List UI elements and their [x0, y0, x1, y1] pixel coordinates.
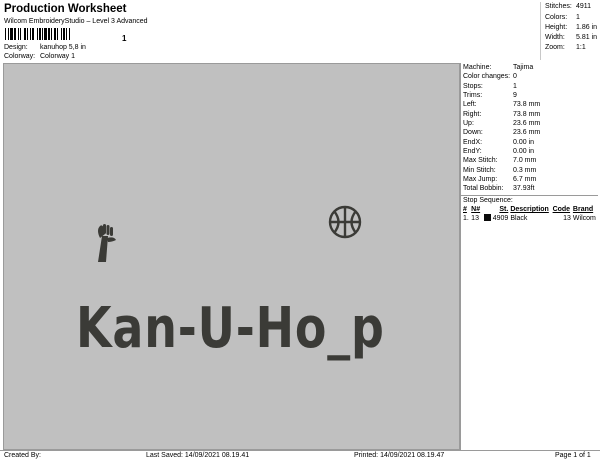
- col-stitches: St.: [499, 206, 509, 213]
- colorway-value: Colorway 1: [40, 53, 76, 60]
- stat-zoom: Zoom: 1:1: [545, 44, 586, 51]
- design-preview: Kan-U-Ho_p: [3, 63, 460, 450]
- stat-width: Width: 5.81 in: [545, 34, 598, 41]
- stat-colors: Colors: 1: [545, 14, 580, 21]
- footer-created-by: Created By:: [4, 452, 41, 459]
- info-right: Right: 73.8 mm: [463, 110, 541, 118]
- info-machine: Machine: Tajima: [463, 64, 534, 71]
- design-stats: Stitches: 4911 Colors: 1 Height: 1.86 in Wi…: [540, 2, 599, 60]
- info-down: Down: 23.6 mm: [463, 129, 541, 136]
- col-num: #: [463, 206, 467, 213]
- row-num: 1.: [463, 214, 469, 222]
- footer-divider: [0, 450, 600, 451]
- stat-height: Height: 1.86 in: [545, 24, 598, 31]
- info-min-stitch: Min Stitch: 0.3 mm: [463, 166, 537, 174]
- worksheet-title: Production Worksheet: [4, 3, 127, 15]
- row-brand: Wilcom: [572, 214, 596, 222]
- footer-printed: Printed: 14/09/2021 08.19.47: [354, 452, 445, 459]
- info-trims: Trims: 9: [463, 92, 517, 99]
- stop-sequence-title: Stop Sequence:: [463, 197, 513, 204]
- info-stops: Stops: 1: [463, 82, 517, 90]
- design-label: Design:: [4, 44, 28, 51]
- colorway-row: Colorway: Colorway 1: [4, 53, 75, 60]
- footer-page: Page 1 of 1: [555, 452, 591, 459]
- row-needle: 13: [471, 214, 479, 222]
- info-left: Left: 73.8 mm: [463, 101, 541, 108]
- info-max-stitch: Max Stitch: 7.0 mm: [463, 157, 537, 164]
- footer-last-saved: Last Saved: 14/09/2021 08.19.41: [146, 452, 250, 459]
- row-code: 13: [563, 214, 571, 222]
- col-description: Description: [510, 206, 549, 213]
- info-color-changes: Color changes: 0: [463, 73, 517, 80]
- design-value: kanuhop 5,8 in: [40, 44, 86, 51]
- info-endx: EndX: 0.00 in: [463, 138, 535, 146]
- basketball-icon: [328, 205, 362, 239]
- stop-sequence-table: # N# St. Description Code Brand 1. 13 49…: [462, 206, 598, 223]
- software-subtitle: Wilcom EmbroideryStudio – Level 3 Advanc…: [4, 18, 148, 25]
- section-divider: [461, 195, 598, 196]
- table-row: 1. 13 4909 Black 13 Wilcom: [462, 213, 598, 223]
- stat-stitches: Stitches: 4911: [545, 3, 592, 10]
- info-max-jump: Max Jump: 6.7 mm: [463, 176, 537, 183]
- color-swatch: [483, 214, 491, 221]
- col-needle: N#: [471, 206, 481, 213]
- col-brand: Brand: [572, 206, 594, 213]
- row-description: Black: [510, 214, 528, 222]
- colorway-label: Colorway:: [4, 53, 36, 60]
- machine-info-panel: Machine: Tajima Color changes: 0 Stops: 1 T…: [460, 63, 598, 450]
- barcode-digit: 1: [122, 34, 127, 43]
- info-endy: EndY: 0.00 in: [463, 148, 535, 155]
- barcode: [5, 28, 70, 40]
- col-code: Code: [552, 206, 571, 213]
- stop-table-header: # N# St. Description Code Brand: [462, 206, 598, 213]
- embroidery-text: Kan-U-Ho_p: [76, 296, 385, 361]
- row-stitches: 4909: [482, 213, 510, 223]
- design-name-row: Design: kanuhop 5,8 in: [4, 44, 86, 51]
- info-up: Up: 23.6 mm: [463, 120, 541, 127]
- info-total-bobbin: Total Bobbin: 37.93ft: [463, 185, 535, 192]
- hand-icon: [98, 224, 116, 262]
